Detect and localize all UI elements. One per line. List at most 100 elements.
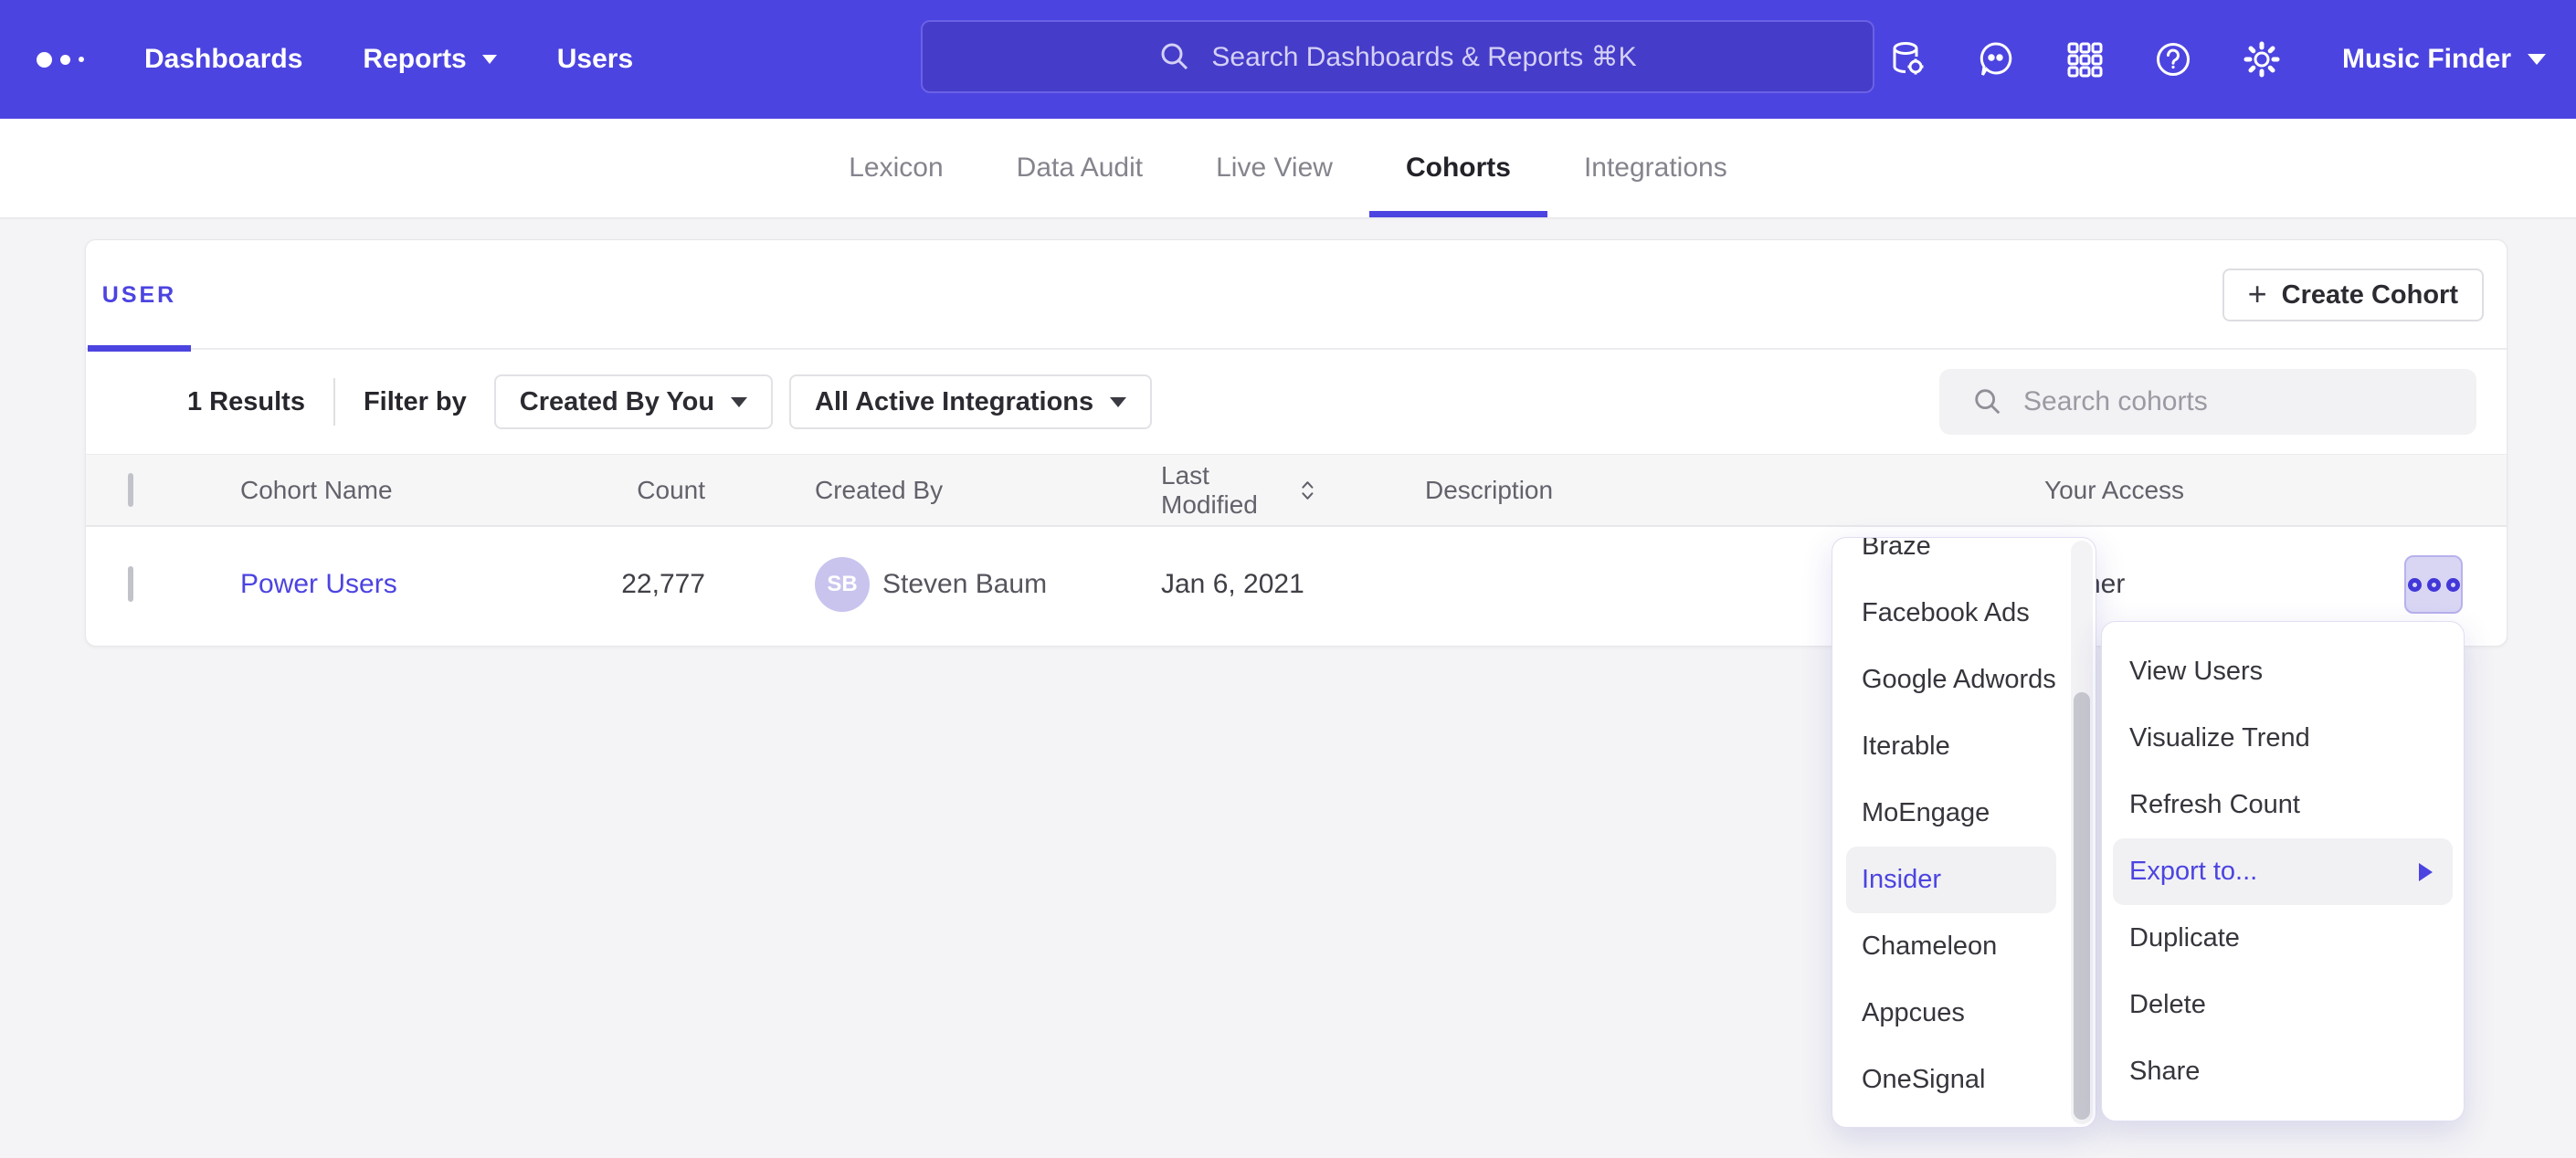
- nav-item-label: Dashboards: [144, 44, 302, 75]
- global-search-input[interactable]: Search Dashboards & Reports ⌘K: [921, 20, 1874, 93]
- mixpanel-logo-icon[interactable]: [37, 52, 84, 68]
- submenu-item-label: Appcues: [1862, 998, 1965, 1028]
- help-icon[interactable]: [2152, 38, 2194, 80]
- results-count: 1 Results: [187, 387, 305, 417]
- context-menu-item[interactable]: Share: [2113, 1038, 2453, 1105]
- topbar-right-cluster: Music Finder: [1886, 0, 2546, 119]
- search-cohorts-placeholder: Search cohorts: [2023, 386, 2208, 417]
- sort-icon[interactable]: [1300, 478, 1315, 503]
- top-nav-bar: Dashboards Reports Users Search Dashboar…: [0, 0, 2576, 119]
- project-switcher[interactable]: Music Finder: [2342, 44, 2546, 75]
- row-more-actions-button[interactable]: [2404, 555, 2463, 614]
- col-header-created-by[interactable]: Created By: [705, 476, 1051, 505]
- section-tab[interactable]: Lexicon: [812, 119, 979, 217]
- cohort-name-link[interactable]: Power Users: [240, 569, 397, 599]
- export-destinations-submenu: Braze Facebook Ads Google Adwords Iterab…: [1832, 537, 2096, 1128]
- chevron-down-icon: [731, 397, 747, 407]
- section-tab[interactable]: Data Audit: [980, 119, 1179, 217]
- submenu-item[interactable]: OneSignal: [1846, 1047, 2056, 1113]
- section-tab-label: Live View: [1216, 153, 1333, 184]
- filter-by-label: Filter by: [364, 387, 467, 417]
- nav-item-label: Users: [557, 44, 633, 75]
- col-header-cohort-name[interactable]: Cohort Name: [185, 476, 550, 505]
- submenu-item[interactable]: Google Adwords: [1846, 647, 2056, 713]
- global-search-placeholder: Search Dashboards & Reports ⌘K: [1211, 41, 1636, 73]
- integrations-filter-dropdown[interactable]: All Active Integrations: [789, 374, 1152, 429]
- project-name: Music Finder: [2342, 44, 2511, 75]
- logo-dot: [37, 52, 52, 68]
- chevron-down-icon: [2528, 54, 2546, 65]
- cohort-context-menu-list: View Users Visualize Trend Refresh Count…: [2102, 638, 2464, 1105]
- plus-icon: +: [2248, 278, 2267, 311]
- col-header-last-modified[interactable]: Last Modified: [1161, 461, 1289, 520]
- filter-toolbar: 1 Results Filter by Created By You All A…: [86, 350, 2507, 454]
- tab-user-cohorts[interactable]: USER: [88, 240, 191, 350]
- submenu-item-label: Chameleon: [1862, 932, 1997, 962]
- divider: [333, 378, 335, 426]
- col-header-your-access[interactable]: Your Access: [1935, 476, 2507, 505]
- context-menu-item[interactable]: Visualize Trend: [2113, 705, 2453, 772]
- cohort-count: 22,777: [550, 569, 705, 600]
- logo-dot: [60, 55, 70, 65]
- section-tab[interactable]: Integrations: [1547, 119, 1764, 217]
- submenu-item[interactable]: Appcues: [1846, 980, 2056, 1047]
- context-menu-item-label: Duplicate: [2129, 923, 2240, 953]
- submenu-item-label: Insider: [1862, 865, 1941, 895]
- col-header-count[interactable]: Count: [550, 476, 705, 505]
- created-by-filter-label: Created By You: [520, 387, 714, 417]
- submenu-item-label: Iterable: [1862, 732, 1950, 762]
- section-tab[interactable]: Cohorts: [1369, 119, 1547, 217]
- submenu-arrow-icon: [2419, 863, 2433, 881]
- more-dot: [2427, 578, 2441, 592]
- last-modified-date: Jan 6, 2021: [1051, 569, 1315, 600]
- create-cohort-label: Create Cohort: [2282, 280, 2458, 311]
- nav-item[interactable]: Reports: [363, 44, 496, 75]
- apps-grid-icon[interactable]: [2064, 38, 2106, 80]
- created-by-name: Steven Baum: [882, 569, 1047, 600]
- submenu-item-label: OneSignal: [1862, 1065, 1985, 1095]
- nav-item[interactable]: Dashboards: [144, 44, 302, 75]
- context-menu-item-label: Delete: [2129, 990, 2206, 1020]
- context-menu-item[interactable]: View Users: [2113, 638, 2453, 705]
- submenu-item[interactable]: MoEngage: [1846, 780, 2056, 847]
- cohorts-card: USER + Create Cohort 1 Results Filter by…: [85, 239, 2507, 647]
- create-cohort-button[interactable]: + Create Cohort: [2222, 268, 2484, 321]
- nav-item-label: Reports: [363, 44, 466, 75]
- context-menu-item[interactable]: Export to...: [2113, 838, 2453, 905]
- settings-gear-icon[interactable]: [2241, 38, 2283, 80]
- feedback-icon[interactable]: [1975, 38, 2017, 80]
- submenu-item[interactable]: Braze: [1846, 537, 2056, 580]
- submenu-item[interactable]: Iterable: [1846, 713, 2056, 780]
- section-tab-label: Integrations: [1584, 153, 1727, 184]
- data-settings-icon[interactable]: [1886, 38, 1928, 80]
- context-menu-item-label: View Users: [2129, 657, 2263, 687]
- search-cohorts-input[interactable]: Search cohorts: [1939, 369, 2476, 435]
- context-menu-item[interactable]: Refresh Count: [2113, 772, 2453, 838]
- select-all-checkbox[interactable]: [128, 473, 133, 507]
- submenu-item[interactable]: Facebook Ads: [1846, 580, 2056, 647]
- section-tabs: Lexicon Data Audit Live View Cohorts Int…: [0, 119, 2576, 219]
- export-destinations-list: Braze Facebook Ads Google Adwords Iterab…: [1832, 537, 2074, 1113]
- context-menu-item-label: Visualize Trend: [2129, 723, 2310, 753]
- context-menu-item[interactable]: Duplicate: [2113, 905, 2453, 972]
- context-menu-item[interactable]: Delete: [2113, 972, 2453, 1038]
- more-dot: [2446, 578, 2460, 592]
- avatar: SB: [815, 557, 870, 612]
- created-by-filter-dropdown[interactable]: Created By You: [494, 374, 773, 429]
- more-dot: [2408, 578, 2422, 592]
- chevron-down-icon: [482, 55, 497, 64]
- search-icon: [1158, 40, 1191, 73]
- section-tab-label: Lexicon: [849, 153, 943, 184]
- search-icon: [1972, 386, 2003, 417]
- row-checkbox[interactable]: [128, 566, 133, 602]
- section-tab[interactable]: Live View: [1179, 119, 1369, 217]
- nav-item[interactable]: Users: [557, 44, 633, 75]
- submenu-item[interactable]: Chameleon: [1846, 913, 2056, 980]
- context-menu-item-label: Refresh Count: [2129, 790, 2300, 820]
- context-menu-item-label: Export to...: [2129, 857, 2257, 887]
- col-header-description[interactable]: Description: [1315, 476, 1935, 505]
- section-tab-label: Data Audit: [1017, 153, 1143, 184]
- submenu-scrollbar-thumb[interactable]: [2074, 692, 2090, 1120]
- context-menu-item-label: Share: [2129, 1057, 2200, 1087]
- submenu-item[interactable]: Insider: [1846, 847, 2056, 913]
